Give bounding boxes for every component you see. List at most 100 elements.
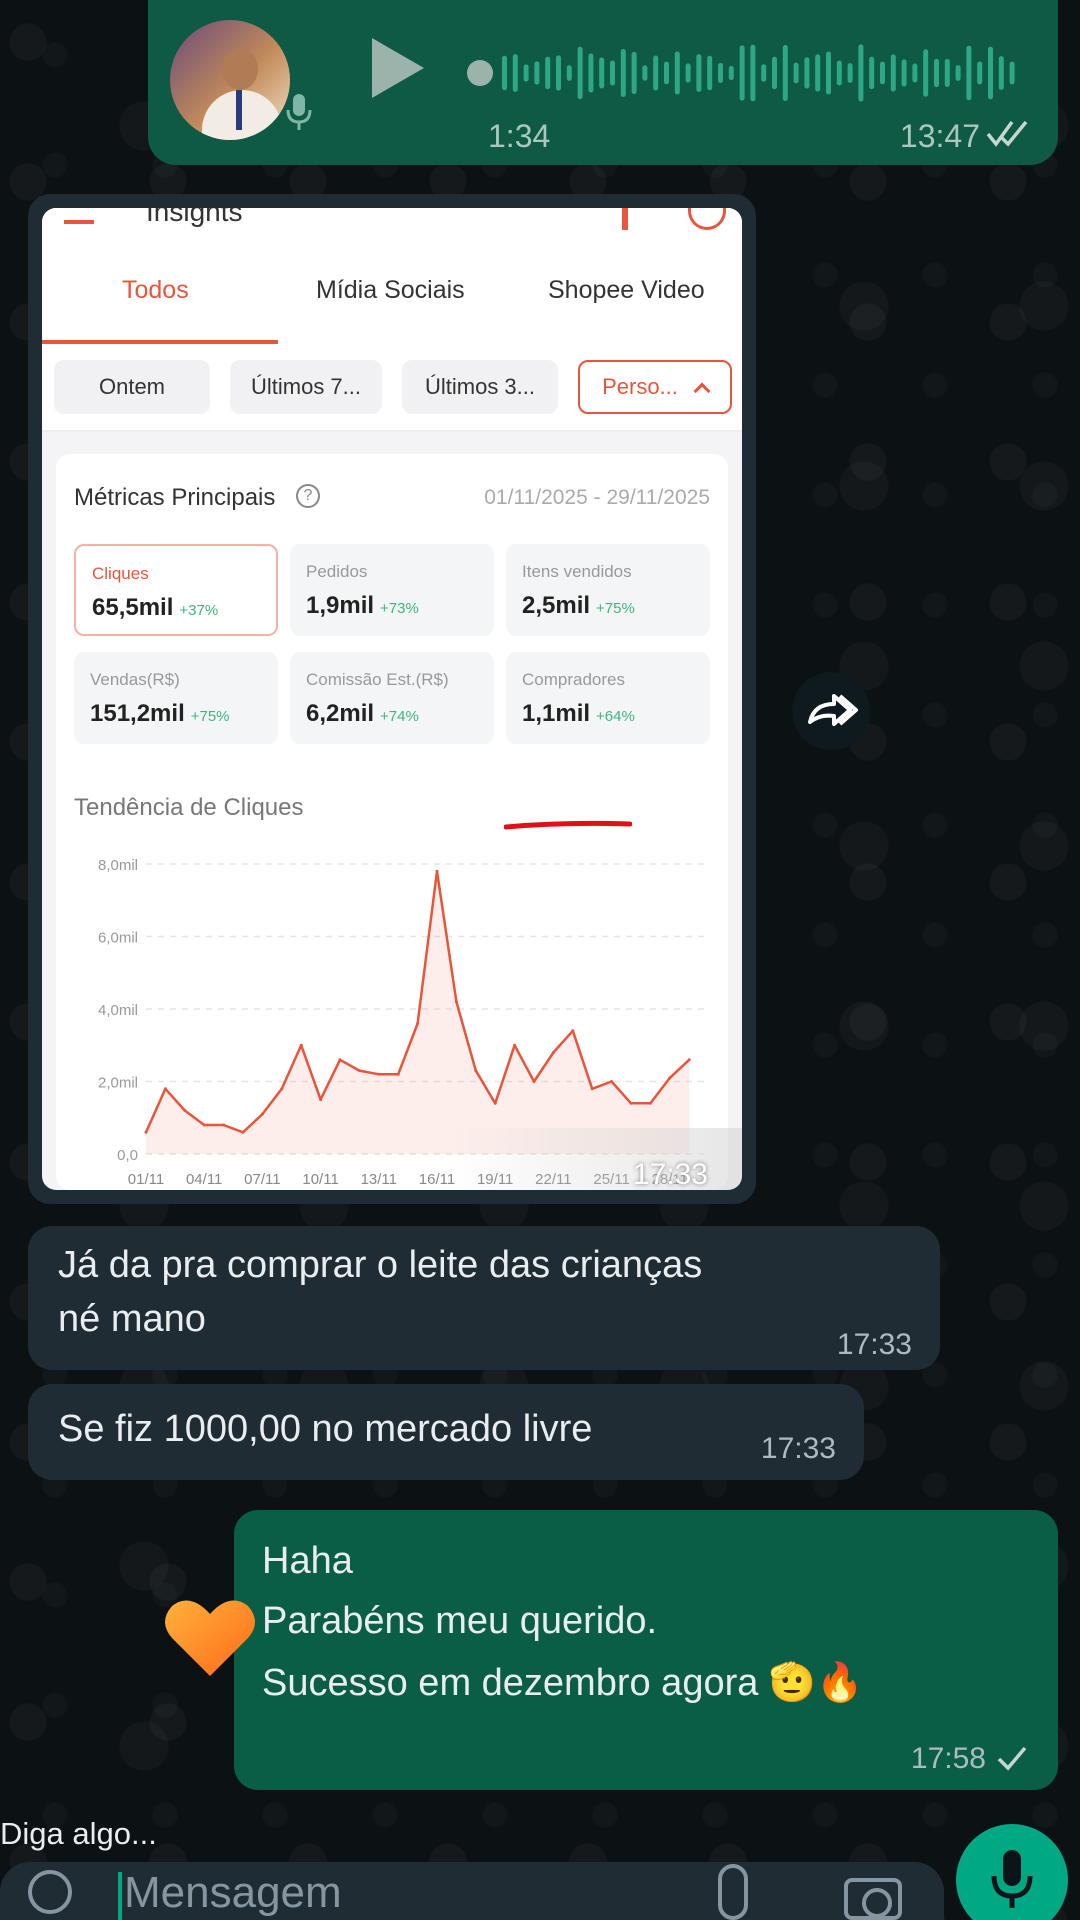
record-voice-button[interactable] [956, 1824, 1068, 1920]
message-text-line: né mano [58, 1298, 206, 1340]
message-text-line: Parabéns meu querido. [262, 1600, 658, 1642]
data-point [183, 1109, 187, 1112]
waveform-bar [858, 44, 864, 102]
data-point [435, 869, 439, 873]
date-range: 01/11/2025 - 29/11/2025 [484, 486, 710, 509]
waveform-bar [512, 54, 518, 92]
waveform-bar [923, 49, 929, 97]
forward-icon [808, 694, 858, 726]
waveform-bar [1009, 61, 1015, 85]
text-cursor [118, 1872, 122, 1920]
message-text-line: Haha [262, 1540, 353, 1582]
waveform-bar [912, 63, 918, 83]
mic-icon [286, 94, 312, 130]
screenshot-title: Insights [146, 208, 243, 227]
data-point [629, 1101, 633, 1105]
data-point [532, 1080, 536, 1083]
message-input[interactable]: Mensagem [124, 1868, 342, 1918]
share-icon [622, 208, 628, 230]
attach-icon[interactable] [718, 1864, 748, 1920]
waveform-bar [880, 61, 885, 85]
metric-comissao: Comissão Est.(R$) 6,2mil +74% [290, 652, 494, 744]
waveform-bar [815, 54, 821, 92]
filter-ultimos-7: Últimos 7... [230, 360, 382, 414]
message-time: 17:33 [760, 1432, 836, 1465]
outgoing-message[interactable]: Haha Parabéns meu querido. Sucesso em de… [234, 1510, 1058, 1790]
waveform-bar [966, 45, 972, 101]
tab-midia-sociais: Mídia Sociais [316, 276, 465, 304]
waveform-bar [793, 62, 799, 84]
play-icon[interactable] [372, 38, 424, 98]
waveform-bar [847, 63, 853, 83]
mic-icon [991, 1850, 1033, 1908]
data-point [454, 1000, 458, 1004]
waveform-bar [588, 53, 594, 93]
chart-title: Tendência de Cliques [74, 794, 304, 821]
waveform-bar [728, 65, 734, 81]
waveform-bar [674, 51, 680, 95]
waveform-bar [653, 55, 659, 91]
shared-screenshot[interactable]: Insights Todos Mídia Sociais Shopee Vide… [42, 208, 742, 1190]
data-point [260, 1112, 264, 1116]
x-tick-label: 13/11 [361, 1171, 397, 1188]
heart-reaction-icon[interactable] [162, 1594, 258, 1680]
y-tick-label: 2,0mil [98, 1075, 138, 1092]
waveform-bar [955, 65, 961, 81]
voice-message-bubble[interactable]: 1:34 13:47 [148, 0, 1058, 165]
message-time: 17:33 [836, 1328, 912, 1361]
data-point [687, 1058, 691, 1062]
filter-ultimos-30: Últimos 3... [402, 360, 558, 414]
back-arrow-icon [64, 208, 94, 224]
image-message-bubble[interactable]: Insights Todos Mídia Sociais Shopee Vide… [28, 194, 756, 1204]
message-text-line: Se fiz 1000,00 no mercado livre [58, 1408, 593, 1450]
waveform-bar [826, 51, 831, 95]
sender-avatar[interactable] [170, 20, 290, 140]
incoming-message[interactable]: Se fiz 1000,00 no mercado livre 17:33 [28, 1384, 864, 1480]
camera-icon[interactable] [844, 1878, 902, 1920]
y-tick-label: 0,0 [117, 1147, 138, 1164]
audio-waveform[interactable] [466, 40, 1026, 106]
incoming-message[interactable]: Já da pra comprar o leite das crianças n… [28, 1226, 940, 1370]
data-point [551, 1051, 555, 1054]
forward-button[interactable] [792, 672, 870, 750]
waveform-bar [998, 56, 1004, 90]
series-area [146, 871, 690, 1154]
x-tick-label: 07/11 [244, 1171, 280, 1188]
waveform-bar [642, 65, 648, 81]
message-text-line: Sucesso em dezembro agora 🫡🔥 [262, 1662, 864, 1704]
waveform-bar [977, 61, 983, 85]
sticker-icon[interactable] [28, 1870, 72, 1914]
waveform-bar [988, 46, 993, 100]
waveform-bar [707, 55, 713, 91]
x-tick-label: 04/11 [186, 1171, 222, 1188]
data-point [241, 1130, 245, 1134]
filter-ontem: Ontem [54, 360, 210, 414]
waveform-bar [696, 54, 702, 92]
data-point [668, 1076, 672, 1080]
tab-shopee-video: Shopee Video [548, 276, 705, 304]
message-time: 17:58 [910, 1742, 986, 1775]
active-tab-indicator [42, 340, 278, 344]
data-point [202, 1123, 206, 1127]
single-check-icon [997, 1746, 1027, 1771]
waveform-bar [545, 56, 551, 90]
chevron-up-icon [693, 382, 711, 400]
waveform-bar [664, 61, 669, 85]
waveform-bar [566, 65, 572, 81]
message-text-line: Já da pra comprar o leite das crianças [58, 1244, 703, 1286]
composer-hint: Diga algo... [0, 1816, 157, 1851]
screenshot-header: Insights [42, 208, 742, 238]
waveform-bar [631, 51, 637, 95]
waveform-bar [804, 57, 810, 89]
waveform-bar [782, 45, 788, 101]
data-point [338, 1058, 342, 1062]
waveform-bar [739, 45, 745, 101]
data-point [648, 1101, 652, 1105]
data-point [377, 1072, 381, 1076]
waveform-bar [869, 56, 875, 90]
y-tick-label: 8,0mil [98, 857, 138, 874]
metric-cliques: Cliques 65,5mil +37% [74, 544, 278, 636]
data-point [571, 1029, 575, 1033]
data-point [299, 1043, 303, 1047]
waveform-bar [523, 64, 529, 82]
